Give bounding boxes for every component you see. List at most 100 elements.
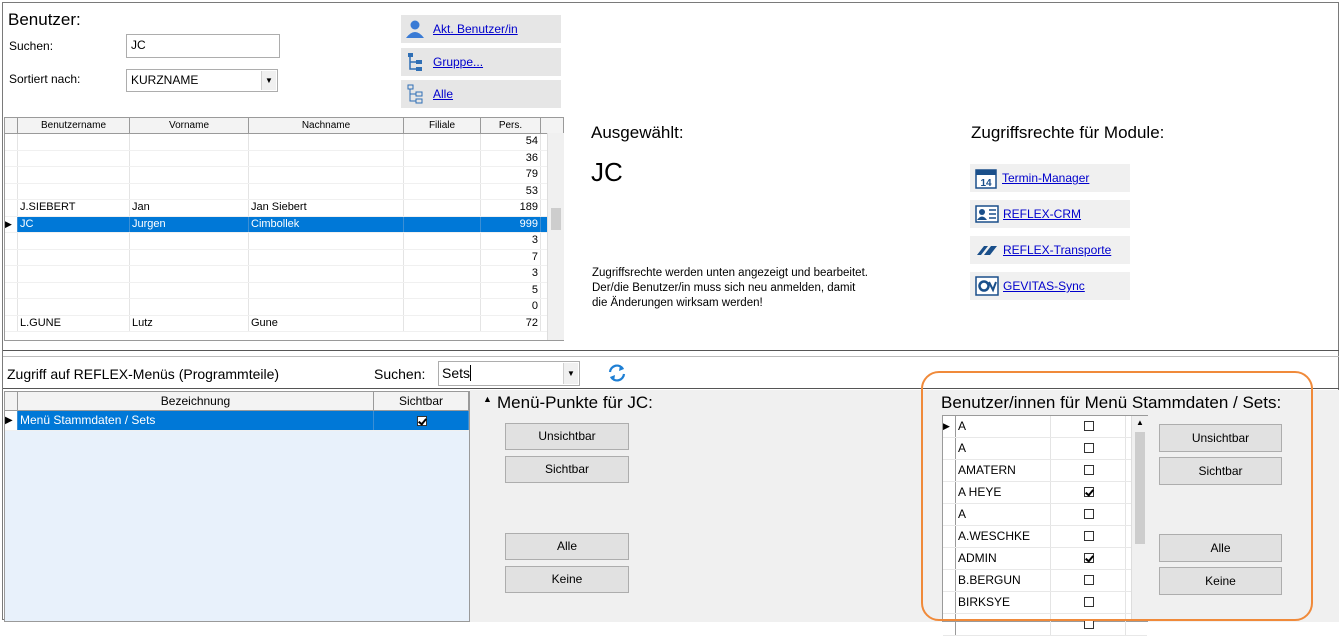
cell-pers: 189 bbox=[481, 200, 541, 216]
row-indicator bbox=[5, 315, 18, 331]
cell-pers: 999 bbox=[481, 216, 541, 232]
menus-row[interactable]: ▶ Menü Stammdaten / Sets bbox=[5, 411, 469, 431]
cell-pers: 53 bbox=[481, 183, 541, 199]
cell-branch bbox=[404, 134, 481, 150]
users-grid-header: Benutzername Vorname Nachname Filiale Pe… bbox=[5, 118, 563, 134]
menu-points-all-button[interactable]: Alle bbox=[505, 533, 629, 560]
row-indicator bbox=[5, 150, 18, 166]
cell-first bbox=[130, 134, 249, 150]
menu-points-visible-button[interactable]: Sichtbar bbox=[505, 456, 629, 483]
menu-points-none-button[interactable]: Keine bbox=[505, 566, 629, 593]
row-indicator bbox=[5, 134, 18, 150]
menu-row-visible[interactable] bbox=[374, 411, 469, 430]
contact-card-icon bbox=[975, 205, 999, 223]
cell-first: Lutz bbox=[130, 315, 249, 331]
cell-pers: 5 bbox=[481, 282, 541, 298]
cell-branch bbox=[404, 266, 481, 282]
cell-first: Jurgen bbox=[130, 216, 249, 232]
menus-grid: Bezeichnung Sichtbar ▶ Menü Stammdaten /… bbox=[4, 391, 470, 622]
menu-points-heading: Menü-Punkte für JC: bbox=[497, 393, 653, 412]
sort-select[interactable]: KURZNAME ▼ bbox=[126, 69, 278, 92]
cell-first bbox=[130, 282, 249, 298]
cell-branch bbox=[404, 150, 481, 166]
table-row[interactable]: 36 bbox=[5, 150, 563, 167]
menus-search-select[interactable]: Sets ▼ bbox=[438, 361, 580, 386]
sort-label: Sortiert nach: bbox=[9, 72, 81, 86]
col-header-bezeichnung[interactable]: Bezeichnung bbox=[18, 392, 374, 410]
cell-first bbox=[130, 167, 249, 183]
refresh-icon[interactable] bbox=[606, 363, 628, 383]
cell-pers: 3 bbox=[481, 233, 541, 249]
col-header-firstname[interactable]: Vorname bbox=[130, 118, 249, 133]
cell-user bbox=[18, 167, 130, 183]
cell-branch bbox=[404, 183, 481, 199]
cell-pers: 7 bbox=[481, 249, 541, 265]
table-row[interactable]: 53 bbox=[5, 183, 563, 200]
module-reflex-crm-button[interactable]: REFLEX-CRM bbox=[970, 200, 1130, 228]
cell-branch bbox=[404, 167, 481, 183]
info-line-1: Zugriffsrechte werden unten angezeigt un… bbox=[592, 267, 868, 279]
cell-user bbox=[18, 249, 130, 265]
col-header-branch[interactable]: Filiale bbox=[404, 118, 481, 133]
cell-user bbox=[18, 183, 130, 199]
table-row[interactable]: 3 bbox=[5, 266, 563, 283]
module-label-transporte: REFLEX-Transporte bbox=[1003, 243, 1112, 257]
row-indicator bbox=[5, 282, 18, 298]
module-termin-manager-button[interactable]: 14 Termin-Manager bbox=[970, 164, 1130, 192]
users-scroll-thumb[interactable] bbox=[551, 208, 561, 230]
table-row[interactable]: 79 bbox=[5, 167, 563, 184]
all-users-button[interactable]: Alle bbox=[401, 80, 561, 108]
group-button[interactable]: Gruppe... bbox=[401, 48, 561, 76]
selected-user-value: JC bbox=[591, 157, 798, 190]
current-user-button[interactable]: Akt. Benutzer/in bbox=[401, 15, 561, 43]
table-row[interactable]: J.SIEBERT Jan Jan Siebert 189 bbox=[5, 200, 563, 217]
users-grid-scrollbar[interactable] bbox=[547, 133, 564, 340]
cell-first bbox=[130, 233, 249, 249]
menu-points-invisible-button[interactable]: Unsichtbar bbox=[505, 423, 629, 450]
cell-last bbox=[249, 233, 404, 249]
col-header-lastname[interactable]: Nachname bbox=[249, 118, 404, 133]
col-header-pers[interactable]: Pers. bbox=[481, 118, 541, 133]
user-search-input[interactable]: JC bbox=[126, 34, 280, 58]
cell-last bbox=[249, 183, 404, 199]
row-indicator bbox=[5, 249, 18, 265]
chevron-down-icon: ▼ bbox=[563, 363, 578, 384]
module-reflex-transporte-button[interactable]: REFLEX-Transporte bbox=[970, 236, 1130, 264]
table-row[interactable]: L.GUNE Lutz Gune 72 bbox=[5, 315, 563, 332]
section-divider bbox=[3, 350, 1339, 351]
menu-visible-checkbox[interactable] bbox=[417, 415, 427, 426]
module-gevitas-sync-button[interactable]: GEVITAS-Sync bbox=[970, 272, 1130, 300]
row-indicator bbox=[5, 266, 18, 282]
cell-pers: 36 bbox=[481, 150, 541, 166]
row-indicator bbox=[5, 200, 18, 216]
cell-last bbox=[249, 299, 404, 315]
cell-pers: 54 bbox=[481, 134, 541, 150]
col-header-sichtbar[interactable]: Sichtbar bbox=[374, 392, 469, 410]
section-divider-2 bbox=[3, 356, 1339, 357]
info-line-3: die Änderungen wirksam werden! bbox=[592, 297, 763, 309]
tree-icon bbox=[408, 53, 422, 71]
sync-icon bbox=[975, 276, 999, 296]
table-row[interactable]: 5 bbox=[5, 282, 563, 299]
row-indicator-header bbox=[5, 392, 18, 410]
cell-last bbox=[249, 150, 404, 166]
row-indicator bbox=[5, 233, 18, 249]
row-indicator bbox=[5, 183, 18, 199]
table-row[interactable]: 0 bbox=[5, 299, 563, 316]
cell-pers: 72 bbox=[481, 315, 541, 331]
col-header-username[interactable]: Benutzername bbox=[18, 118, 130, 133]
table-row[interactable]: 3 bbox=[5, 233, 563, 250]
chevron-down-icon: ▼ bbox=[261, 71, 276, 90]
table-row[interactable]: 7 bbox=[5, 249, 563, 266]
cell-first: Jan bbox=[130, 200, 249, 216]
cell-last bbox=[249, 282, 404, 298]
menus-heading: Zugriff auf REFLEX-Menüs (Programmteile) bbox=[7, 366, 280, 382]
cell-user: JC bbox=[18, 216, 130, 232]
table-row[interactable]: ▶ JC Jurgen Cimbollek 999 bbox=[5, 216, 563, 233]
current-user-label: Akt. Benutzer/in bbox=[433, 22, 518, 36]
cell-last bbox=[249, 167, 404, 183]
table-row[interactable]: 54 bbox=[5, 134, 563, 151]
cell-pers: 79 bbox=[481, 167, 541, 183]
highlight-outline bbox=[921, 371, 1313, 621]
info-text: Zugriffsrechte werden unten angezeigt un… bbox=[592, 266, 868, 311]
